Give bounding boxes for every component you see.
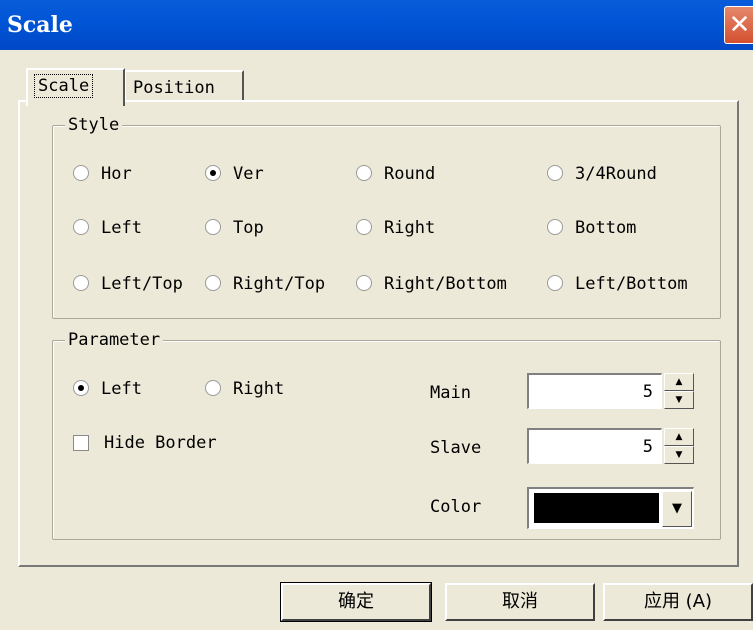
slave-label: Slave	[430, 438, 482, 458]
tab-position-label: Position	[133, 78, 215, 98]
radio-button-icon	[205, 275, 221, 291]
radio-button-icon	[205, 165, 221, 181]
tab-scale-label: Scale	[34, 74, 94, 98]
radio-label: Right	[384, 218, 436, 238]
radio-label: Round	[384, 164, 436, 184]
color-select[interactable]: ▼	[527, 487, 694, 529]
radio-button-icon	[73, 380, 89, 396]
tab-scale[interactable]: Scale	[26, 68, 125, 106]
up-arrow-icon[interactable]: ▲	[664, 373, 694, 391]
radio-button-icon	[205, 380, 221, 396]
radio-label: Top	[233, 218, 264, 238]
radio-label: Right/Top	[233, 274, 326, 294]
radio-label: Right/Bottom	[384, 274, 507, 294]
radio-button-icon	[73, 165, 89, 181]
radio-label: Ver	[233, 164, 264, 184]
tab-position[interactable]: Position	[124, 70, 244, 102]
radio-button-icon	[547, 275, 563, 291]
slave-input[interactable]: 5	[527, 428, 662, 464]
main-label: Main	[430, 383, 471, 403]
main-input[interactable]: 5	[527, 373, 662, 409]
radio-button-icon	[73, 219, 89, 235]
window-title: Scale	[7, 12, 73, 38]
radio-button-icon	[547, 165, 563, 181]
close-icon[interactable]: ✕	[724, 6, 753, 44]
radio-label: Left	[101, 218, 142, 238]
radio-label: 3/4Round	[575, 164, 657, 184]
title-bar: Scale ✕	[0, 0, 753, 50]
radio-label: Left/Top	[101, 274, 183, 294]
radio-button-icon	[356, 275, 372, 291]
main-spinner: ▲ ▼	[664, 373, 694, 409]
dropdown-arrow-icon[interactable]: ▼	[662, 491, 692, 527]
radio-button-icon	[205, 219, 221, 235]
radio-label: Left/Bottom	[575, 274, 688, 294]
parameter-group-label: Parameter	[65, 329, 164, 351]
color-swatch	[534, 493, 659, 523]
main-value: 5	[642, 382, 653, 402]
apply-button[interactable]: 应用 (A)	[603, 583, 753, 621]
radio-button-icon	[356, 165, 372, 181]
down-arrow-icon[interactable]: ▼	[664, 391, 694, 409]
hide-border-label: Hide Border	[104, 433, 217, 453]
slave-spinner: ▲ ▼	[664, 428, 694, 464]
style-group-label: Style	[65, 114, 123, 136]
radio-button-icon	[356, 219, 372, 235]
color-label: Color	[430, 497, 482, 517]
cancel-button[interactable]: 取消	[445, 583, 595, 621]
hide-border-checkbox[interactable]	[73, 435, 89, 451]
radio-label: Right	[233, 379, 285, 399]
down-arrow-icon[interactable]: ▼	[664, 446, 694, 464]
slave-value: 5	[642, 437, 653, 457]
radio-button-icon	[73, 275, 89, 291]
radio-label: Bottom	[575, 218, 637, 238]
radio-button-icon	[547, 219, 563, 235]
ok-button[interactable]: 确定	[280, 582, 432, 622]
up-arrow-icon[interactable]: ▲	[664, 428, 694, 446]
radio-label: Hor	[101, 164, 132, 184]
radio-label: Left	[101, 379, 142, 399]
